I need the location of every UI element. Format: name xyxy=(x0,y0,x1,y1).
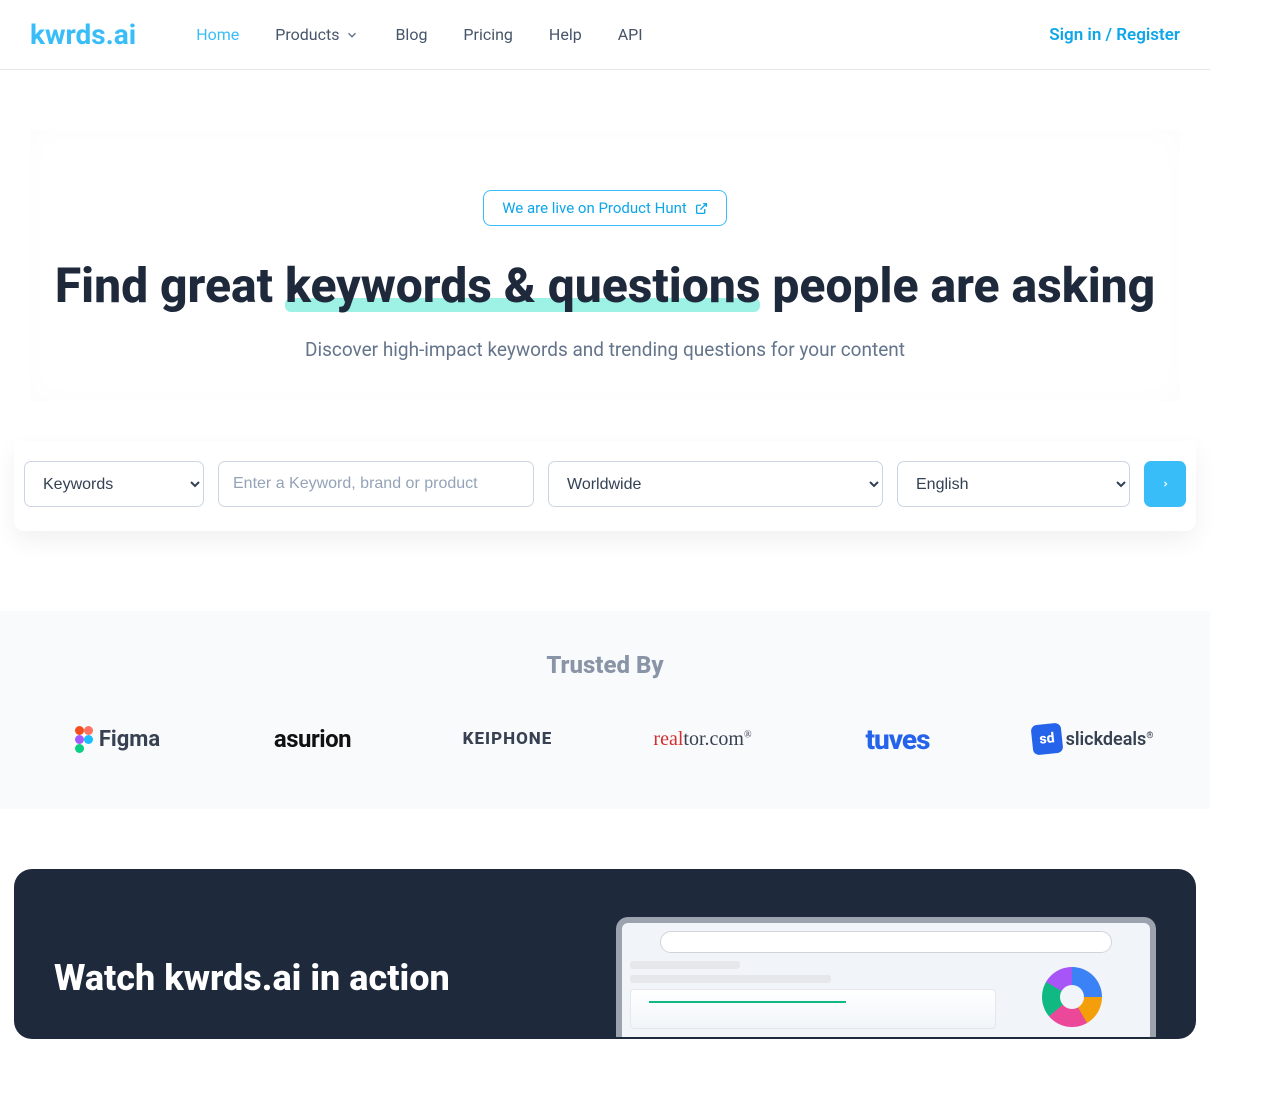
trusted-logos: Figma asurion KEIPHONE realtor.com® tuve… xyxy=(30,719,1180,759)
product-hunt-badge[interactable]: We are live on Product Hunt xyxy=(483,190,727,226)
product-hunt-label: We are live on Product Hunt xyxy=(502,199,687,217)
brand-logo[interactable]: kwrds.ai xyxy=(30,18,136,51)
hero-title-pre: Find great xyxy=(55,257,285,314)
trusted-section: Trusted By Figma asurion KEIPHONE xyxy=(0,611,1210,809)
signin-link[interactable]: Sign in / Register xyxy=(1049,25,1180,45)
logo-slickdeals-text: slickdeals® xyxy=(1066,729,1154,750)
search-submit-button[interactable] xyxy=(1144,461,1186,507)
nav-help-label: Help xyxy=(549,25,582,44)
action-title: Watch kwrds.ai in action xyxy=(54,957,450,999)
hero-title: Find great keywords & questions people a… xyxy=(30,256,1180,316)
nav-help[interactable]: Help xyxy=(549,25,582,44)
nav-pricing[interactable]: Pricing xyxy=(463,25,513,44)
keyword-input[interactable] xyxy=(218,461,534,507)
logo-asurion-text: asurion xyxy=(274,725,351,753)
demo-chart-icon xyxy=(630,989,996,1029)
nav-blog-label: Blog xyxy=(395,25,427,44)
external-link-icon xyxy=(695,202,708,215)
hero: We are live on Product Hunt Find great k… xyxy=(0,70,1210,441)
nav-products-label: Products xyxy=(275,25,339,44)
demo-urlbar xyxy=(660,931,1112,953)
search-panel: Keywords Worldwide English xyxy=(14,441,1196,531)
logo-keiphone: KEIPHONE xyxy=(420,719,595,759)
logo-keiphone-text: KEIPHONE xyxy=(463,729,553,749)
arrow-right-icon xyxy=(1161,476,1170,492)
figma-icon xyxy=(75,726,93,753)
logo-asurion: asurion xyxy=(225,719,400,759)
main-nav: Home Products Blog Pricing Help API xyxy=(196,25,1049,44)
slickdeals-icon: sd xyxy=(1030,723,1063,756)
logo-tuves: tuves xyxy=(810,719,985,759)
action-section-wrap: Watch kwrds.ai in action xyxy=(0,809,1210,1039)
nav-products[interactable]: Products xyxy=(275,25,359,44)
nav-api[interactable]: API xyxy=(618,25,643,44)
nav-pricing-label: Pricing xyxy=(463,25,513,44)
hero-subtitle: Discover high-impact keywords and trendi… xyxy=(30,338,1180,361)
trusted-title: Trusted By xyxy=(30,651,1180,679)
logo-figma: Figma xyxy=(30,719,205,759)
logo-figma-text: Figma xyxy=(99,727,160,752)
region-select[interactable]: Worldwide xyxy=(548,461,883,507)
nav-home[interactable]: Home xyxy=(196,25,239,44)
logo-realtor: realtor.com® xyxy=(615,719,790,759)
nav-api-label: API xyxy=(618,25,643,44)
hero-title-highlight: keywords & questions xyxy=(285,256,760,316)
header: kwrds.ai Home Products Blog Pricing Help… xyxy=(0,0,1210,70)
language-select[interactable]: English xyxy=(897,461,1130,507)
demo-screenshot xyxy=(616,917,1156,1037)
action-section: Watch kwrds.ai in action xyxy=(14,869,1196,1039)
nav-home-label: Home xyxy=(196,25,239,44)
logo-slickdeals: sd slickdeals® xyxy=(1005,719,1180,759)
nav-blog[interactable]: Blog xyxy=(395,25,427,44)
search-type-select[interactable]: Keywords xyxy=(24,461,204,507)
demo-donut-icon xyxy=(1042,967,1102,1027)
chevron-down-icon xyxy=(345,28,359,42)
logo-realtor-text: realtor.com® xyxy=(653,728,751,751)
logo-tuves-text: tuves xyxy=(865,723,929,756)
hero-title-post: people are asking xyxy=(760,257,1155,314)
